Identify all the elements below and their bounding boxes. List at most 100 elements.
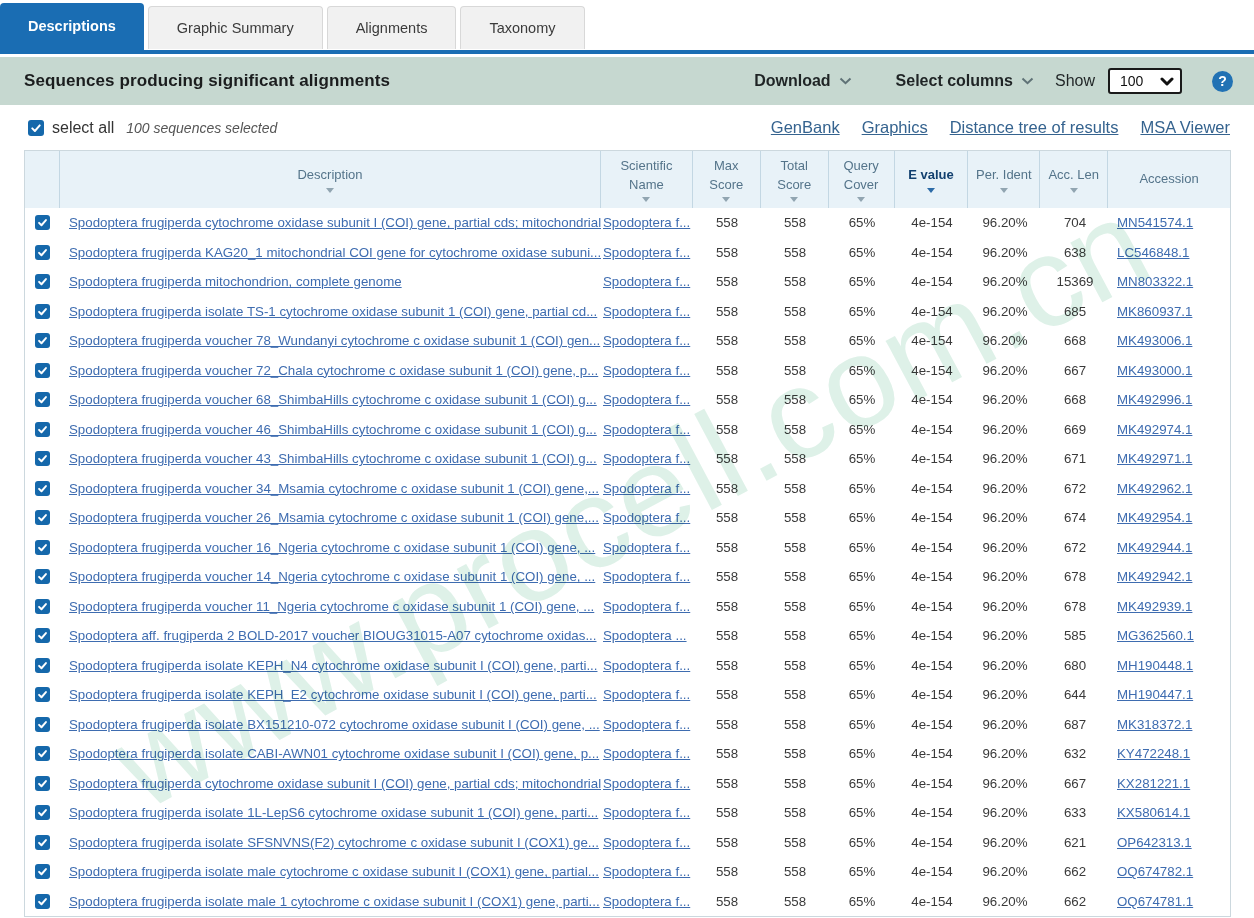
scientific-name-link[interactable]: Spodoptera f... [603,215,690,230]
row-checkbox[interactable] [35,215,50,230]
row-checkbox[interactable] [35,746,50,761]
accession-link[interactable]: MK493006.1 [1117,333,1192,348]
accession-link[interactable]: MK492944.1 [1117,540,1192,555]
row-checkbox[interactable] [35,717,50,732]
row-checkbox[interactable] [35,628,50,643]
row-checkbox[interactable] [35,569,50,584]
row-checkbox[interactable] [35,835,50,850]
description-link[interactable]: Spodoptera frugiperda voucher 34_Msamia … [69,481,599,496]
scientific-name-link[interactable]: Spodoptera f... [603,569,690,584]
scientific-name-link[interactable]: Spodoptera f... [603,333,690,348]
help-icon[interactable]: ? [1212,71,1233,92]
row-checkbox[interactable] [35,894,50,909]
show-count-select[interactable]: 100 [1108,68,1182,94]
scientific-name-link[interactable]: Spodoptera f... [603,304,690,319]
description-link[interactable]: Spodoptera frugiperda isolate 1L-LepS6 c… [69,805,598,820]
genbank-link[interactable]: GenBank [771,118,840,136]
description-link[interactable]: Spodoptera frugiperda voucher 14_Ngeria … [69,569,595,584]
accession-link[interactable]: MK492954.1 [1117,510,1192,525]
accession-link[interactable]: LC546848.1 [1117,245,1189,260]
accession-link[interactable]: MK860937.1 [1117,304,1192,319]
row-checkbox[interactable] [35,274,50,289]
description-link[interactable]: Spodoptera frugiperda voucher 68_ShimbaH… [69,392,597,407]
description-link[interactable]: Spodoptera frugiperda isolate TS-1 cytoc… [69,304,597,319]
description-link[interactable]: Spodoptera frugiperda cytochrome oxidase… [69,215,601,230]
scientific-name-link[interactable]: Spodoptera ... [603,628,687,643]
tab-descriptions[interactable]: Descriptions [0,3,144,54]
scientific-name-link[interactable]: Spodoptera f... [603,422,690,437]
scientific-name-link[interactable]: Spodoptera f... [603,658,690,673]
select-all-checkbox[interactable] [28,120,44,136]
description-link[interactable]: Spodoptera frugiperda voucher 16_Ngeria … [69,540,595,555]
distance-tree-link[interactable]: Distance tree of results [950,118,1119,136]
description-link[interactable]: Spodoptera frugiperda KAG20_1 mitochondr… [69,245,601,260]
row-checkbox[interactable] [35,687,50,702]
accession-link[interactable]: MK492996.1 [1117,392,1192,407]
row-checkbox[interactable] [35,245,50,260]
column-header-scientific-name[interactable]: Scientific Name [600,151,692,208]
scientific-name-link[interactable]: Spodoptera f... [603,599,690,614]
description-link[interactable]: Spodoptera frugiperda isolate male cytoc… [69,864,599,879]
accession-link[interactable]: MK492971.1 [1117,451,1192,466]
tab-taxonomy[interactable]: Taxonomy [460,6,584,49]
accession-link[interactable]: MH190448.1 [1117,658,1193,673]
accession-link[interactable]: MK492939.1 [1117,599,1192,614]
download-button[interactable]: Download [754,72,851,90]
scientific-name-link[interactable]: Spodoptera f... [603,805,690,820]
scientific-name-link[interactable]: Spodoptera f... [603,776,690,791]
scientific-name-link[interactable]: Spodoptera f... [603,245,690,260]
accession-link[interactable]: MK493000.1 [1117,363,1192,378]
accession-link[interactable]: MK492974.1 [1117,422,1192,437]
description-link[interactable]: Spodoptera frugiperda voucher 78_Wundany… [69,333,600,348]
description-link[interactable]: Spodoptera frugiperda voucher 72_Chala c… [69,363,598,378]
accession-link[interactable]: KX580614.1 [1117,805,1190,820]
scientific-name-link[interactable]: Spodoptera f... [603,835,690,850]
description-link[interactable]: Spodoptera frugiperda mitochondrion, com… [69,274,402,289]
description-link[interactable]: Spodoptera frugiperda isolate CABI-AWN01… [69,746,599,761]
row-checkbox[interactable] [35,805,50,820]
accession-link[interactable]: OQ674782.1 [1117,864,1193,879]
column-header-per-ident[interactable]: Per. Ident [967,151,1039,208]
row-checkbox[interactable] [35,510,50,525]
row-checkbox[interactable] [35,658,50,673]
accession-link[interactable]: OP642313.1 [1117,835,1192,850]
accession-link[interactable]: MG362560.1 [1117,628,1194,643]
row-checkbox[interactable] [35,333,50,348]
msa-viewer-link[interactable]: MSA Viewer [1140,118,1230,136]
description-link[interactable]: Spodoptera frugiperda voucher 43_ShimbaH… [69,451,597,466]
row-checkbox[interactable] [35,599,50,614]
scientific-name-link[interactable]: Spodoptera f... [603,510,690,525]
description-link[interactable]: Spodoptera frugiperda isolate KEPH_N4 cy… [69,658,597,673]
accession-link[interactable]: KY472248.1 [1117,746,1190,761]
scientific-name-link[interactable]: Spodoptera f... [603,717,690,732]
description-link[interactable]: Spodoptera frugiperda isolate BX151210-0… [69,717,600,732]
description-link[interactable]: Spodoptera frugiperda voucher 46_ShimbaH… [69,422,597,437]
row-checkbox[interactable] [35,363,50,378]
scientific-name-link[interactable]: Spodoptera f... [603,864,690,879]
row-checkbox[interactable] [35,481,50,496]
description-link[interactable]: Spodoptera frugiperda cytochrome oxidase… [69,776,601,791]
scientific-name-link[interactable]: Spodoptera f... [603,392,690,407]
column-header-acc-len[interactable]: Acc. Len [1039,151,1107,208]
description-link[interactable]: Spodoptera frugiperda isolate KEPH_E2 cy… [69,687,597,702]
row-checkbox[interactable] [35,422,50,437]
column-header-total-score[interactable]: Total Score [760,151,828,208]
scientific-name-link[interactable]: Spodoptera f... [603,274,690,289]
scientific-name-link[interactable]: Spodoptera f... [603,481,690,496]
scientific-name-link[interactable]: Spodoptera f... [603,746,690,761]
row-checkbox[interactable] [35,776,50,791]
scientific-name-link[interactable]: Spodoptera f... [603,894,690,909]
accession-link[interactable]: MK318372.1 [1117,717,1192,732]
accession-link[interactable]: MK492942.1 [1117,569,1192,584]
column-header-e-value[interactable]: E value [894,151,968,208]
accession-link[interactable]: MN803322.1 [1117,274,1193,289]
select-columns-button[interactable]: Select columns [896,72,1034,90]
accession-link[interactable]: MN541574.1 [1117,215,1193,230]
accession-link[interactable]: MK492962.1 [1117,481,1192,496]
tab-alignments[interactable]: Alignments [327,6,457,49]
row-checkbox[interactable] [35,864,50,879]
row-checkbox[interactable] [35,304,50,319]
description-link[interactable]: Spodoptera frugiperda isolate male 1 cyt… [69,894,600,909]
description-link[interactable]: Spodoptera frugiperda isolate SFSNVNS(F2… [69,835,599,850]
scientific-name-link[interactable]: Spodoptera f... [603,540,690,555]
